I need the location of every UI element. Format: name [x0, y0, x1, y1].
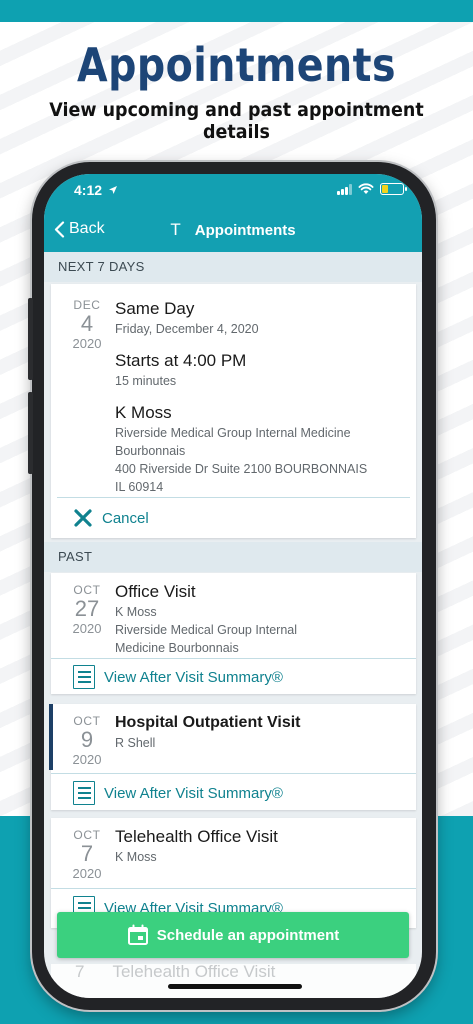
past-appointment-card-selected[interactable]: OCT 9 2020 Hospital Outpatient Visit R S…: [49, 704, 416, 810]
appointment-type: Office Visit: [115, 582, 196, 601]
close-icon: [74, 509, 92, 527]
phone-volume-up-button: [28, 298, 33, 380]
appointment-date: OCT 7 2020: [72, 828, 102, 881]
home-indicator: [168, 984, 302, 989]
appointment-date-full: Friday, December 4, 2020: [115, 322, 259, 336]
appointment-date: OCT 9 2020: [72, 714, 102, 767]
section-past: PAST: [44, 542, 422, 572]
location-line-1: Riverside Medical Group Internal Medicin…: [115, 426, 351, 440]
card-divider: [51, 658, 416, 659]
status-bar-icons: [337, 183, 407, 195]
appointment-details: Hospital Outpatient Visit R Shell: [115, 712, 406, 752]
wifi-icon: [358, 183, 374, 194]
appointment-date: OCT 27 2020: [72, 583, 102, 636]
location-line-2: Medicine Bourbonnais: [115, 641, 239, 655]
view-after-visit-summary-link[interactable]: View After Visit Summary®: [73, 781, 283, 805]
appointment-provider: K Moss: [115, 850, 157, 864]
location-line-2: Bourbonnais: [115, 444, 186, 458]
peek-appointment-title: 7 Telehealth Office Visit: [75, 962, 276, 981]
screen-title: T Appointments: [170, 220, 296, 239]
document-icon: [73, 781, 95, 805]
view-after-visit-summary-link[interactable]: View After Visit Summary®: [73, 665, 283, 689]
app-header: 4:12 Back T Appointments: [44, 174, 422, 252]
appointment-type: Same Day: [115, 299, 195, 318]
partially-visible-appointment-card: 7 Telehealth Office Visit: [51, 962, 416, 998]
card-divider: [51, 888, 416, 889]
title-mark: T: [170, 220, 181, 239]
location-line-1: Riverside Medical Group Internal: [115, 623, 298, 637]
address-line-2: IL 60914: [115, 480, 164, 494]
schedule-appointment-button[interactable]: Schedule an appointment: [57, 912, 409, 958]
cellular-signal-icon: [337, 183, 352, 195]
appointment-provider: R Shell: [115, 736, 156, 750]
appointment-start: Starts at 4:00 PM: [115, 351, 247, 370]
cancel-appointment-button[interactable]: Cancel: [73, 508, 149, 528]
phone-volume-down-button: [28, 392, 33, 474]
address-line-1: 400 Riverside Dr Suite 2100 BOURBONNAIS: [115, 462, 368, 476]
background-top-band: [0, 0, 473, 22]
promo-subtitle: View upcoming and past appointment detai…: [49, 99, 424, 143]
phone-screen: 4:12 Back T Appointments NEXT 7 DAYS DEC…: [44, 174, 422, 998]
card-divider: [57, 497, 410, 498]
appointment-details: Same Day Friday, December 4, 2020 Starts…: [115, 298, 406, 496]
appointment-provider: K Moss: [115, 403, 172, 422]
past-appointment-card[interactable]: OCT 27 2020 Office Visit K Moss Riversid…: [51, 573, 416, 694]
status-bar-time: 4:12: [74, 182, 118, 198]
appointment-type: Telehealth Office Visit: [115, 827, 278, 846]
calendar-icon: [127, 924, 148, 945]
appointment-type: Hospital Outpatient Visit: [115, 714, 301, 731]
document-icon: [73, 665, 95, 689]
appointment-details: Telehealth Office Visit K Moss: [115, 826, 406, 866]
battery-icon: [380, 183, 407, 195]
location-arrow-icon: [108, 186, 117, 194]
upcoming-appointment-card[interactable]: DEC 4 2020 Same Day Friday, December 4, …: [51, 284, 416, 538]
appointment-details: Office Visit K Moss Riverside Medical Gr…: [115, 581, 406, 657]
section-next-7-days: NEXT 7 DAYS: [44, 252, 422, 282]
appointment-duration: 15 minutes: [115, 374, 177, 388]
appointment-date: DEC 4 2020: [72, 298, 102, 351]
card-divider: [51, 773, 416, 774]
promo-title: Appointments: [77, 38, 396, 92]
appointment-provider: K Moss: [115, 605, 157, 619]
